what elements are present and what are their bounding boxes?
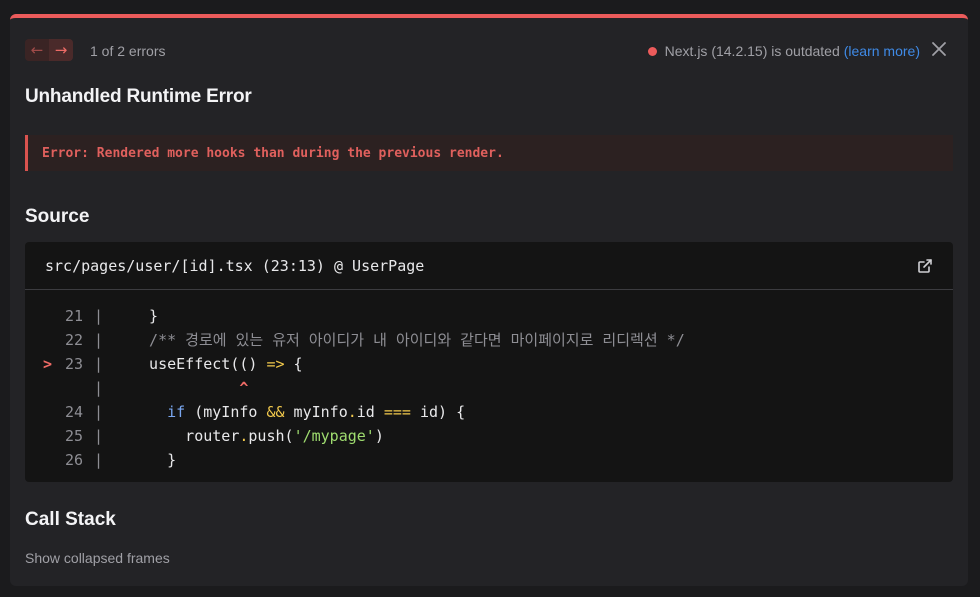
- overlay-toolbar: ← → 1 of 2 errors Next.js (14.2.15) is o…: [10, 35, 968, 65]
- close-icon: [932, 42, 946, 56]
- error-pagination: ← →: [25, 39, 73, 61]
- code-line: 24 | if (myInfo && myInfo.id === id) {: [25, 400, 953, 424]
- show-collapsed-frames-button[interactable]: Show collapsed frames: [25, 550, 170, 566]
- code-line: 22 | /** 경로에 있는 유저 아이디가 내 아이디와 같다면 마이페이지로…: [25, 328, 953, 352]
- line-number: 21: [64, 307, 83, 325]
- gutter-separator: |: [94, 379, 104, 397]
- line-number: 23: [64, 355, 83, 373]
- call-stack-title: Call Stack: [25, 509, 116, 530]
- arrow-left-icon: ←: [30, 40, 44, 59]
- gutter-separator: |: [94, 307, 104, 325]
- learn-more-link[interactable]: (learn more): [844, 43, 920, 59]
- code-line: 26 | }: [25, 448, 953, 472]
- next-error-button[interactable]: →: [49, 39, 73, 61]
- code-frame-header: src/pages/user/[id].tsx (23:13) @ UserPa…: [25, 242, 953, 290]
- close-button[interactable]: [930, 40, 948, 58]
- code-text: useEffect(() => {: [131, 355, 303, 373]
- line-number: 25: [64, 427, 83, 445]
- gutter-separator: |: [94, 451, 104, 469]
- source-section-title: Source: [25, 206, 90, 227]
- gutter-separator: |: [94, 355, 104, 373]
- gutter-separator: |: [94, 331, 104, 349]
- error-message: Error: Rendered more hooks than during t…: [42, 146, 504, 161]
- code-line: 25 | router.push('/mypage'): [25, 424, 953, 448]
- version-text: Next.js (14.2.15) is outdated: [664, 43, 840, 59]
- code-line: 21 | }: [25, 304, 953, 328]
- file-location-link[interactable]: src/pages/user/[id].tsx (23:13) @ UserPa…: [45, 257, 424, 275]
- code-line: >23 | useEffect(() => {: [25, 352, 953, 376]
- code-line: | ^: [25, 376, 953, 400]
- code-text: if (myInfo && myInfo.id === id) {: [167, 403, 466, 421]
- arrow-right-icon: →: [54, 40, 68, 59]
- version-status: Next.js (14.2.15) is outdated (learn mor…: [647, 43, 920, 59]
- page-title: Unhandled Runtime Error: [25, 86, 252, 107]
- code-text: }: [131, 451, 177, 469]
- code-text: }: [131, 307, 159, 325]
- error-count: 1 of 2 errors: [90, 43, 166, 59]
- open-in-editor-button[interactable]: [917, 258, 933, 274]
- gutter-separator: |: [94, 427, 104, 445]
- line-number: 26: [64, 451, 83, 469]
- previous-error-button[interactable]: ←: [25, 39, 49, 61]
- external-link-icon: [918, 259, 932, 273]
- error-message-banner: Error: Rendered more hooks than during t…: [25, 135, 953, 171]
- line-number: 22: [64, 331, 83, 349]
- code-text: router.push('/mypage'): [131, 427, 384, 445]
- line-number: 24: [64, 403, 83, 421]
- code-text: /** 경로에 있는 유저 아이디가 내 아이디와 같다면 마이페이지로 리디렉…: [131, 331, 685, 349]
- code-frame: src/pages/user/[id].tsx (23:13) @ UserPa…: [25, 242, 953, 482]
- code-text: ^: [131, 379, 249, 397]
- status-dot-icon: [647, 46, 657, 56]
- error-overlay-dialog: ← → 1 of 2 errors Next.js (14.2.15) is o…: [10, 14, 968, 586]
- code-lines: 21 | } 22 | /** 경로에 있는 유저 아이디가 내 아이디와 같다면 마…: [25, 304, 953, 472]
- error-line-marker: >: [43, 355, 53, 373]
- gutter-separator: |: [94, 403, 104, 421]
